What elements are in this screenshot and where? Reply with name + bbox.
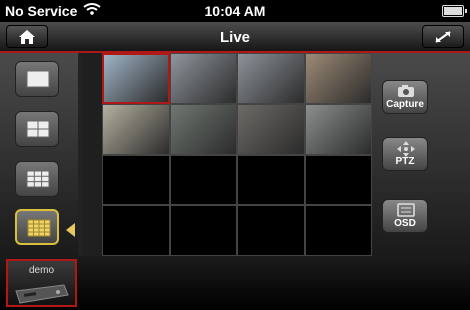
osd-icon bbox=[397, 203, 415, 217]
clock: 10:04 AM bbox=[204, 3, 266, 19]
empty-video-cell[interactable] bbox=[304, 154, 372, 206]
layout-2x2-button[interactable] bbox=[15, 111, 59, 147]
layout-3x3-button[interactable] bbox=[15, 161, 59, 197]
empty-video-cell[interactable] bbox=[237, 205, 305, 256]
device-list: demo bbox=[0, 256, 470, 310]
video-feed-cell[interactable] bbox=[237, 53, 305, 104]
page-title: Live bbox=[219, 29, 250, 46]
empty-video-cell[interactable] bbox=[102, 154, 170, 206]
video-feed-cell[interactable] bbox=[102, 53, 170, 104]
dvr-device-icon bbox=[15, 284, 69, 304]
single-view-icon bbox=[26, 70, 50, 88]
video-feed-cell[interactable] bbox=[169, 103, 237, 155]
fullscreen-button[interactable] bbox=[422, 25, 464, 48]
osd-button[interactable]: OSD bbox=[382, 199, 428, 233]
camera-icon bbox=[398, 85, 414, 97]
video-feed-cell[interactable] bbox=[237, 103, 305, 155]
video-feed-cell[interactable] bbox=[304, 53, 372, 104]
layout-4x4-button[interactable] bbox=[15, 209, 59, 245]
ptz-label: PTZ bbox=[395, 156, 415, 167]
nav-bar: Live bbox=[0, 22, 470, 53]
ptz-arrows-icon bbox=[397, 141, 415, 157]
quad-view-icon bbox=[26, 120, 50, 138]
battery-icon bbox=[442, 5, 467, 17]
empty-video-cell[interactable] bbox=[169, 154, 237, 206]
device-item-demo[interactable]: demo bbox=[6, 259, 77, 307]
action-bar: Capture PTZ OSD bbox=[372, 53, 470, 256]
capture-label: Capture bbox=[386, 99, 424, 110]
ptz-button[interactable]: PTZ bbox=[382, 137, 428, 171]
live-view: Capture PTZ OSD bbox=[0, 53, 470, 256]
video-feed-cell[interactable] bbox=[102, 103, 170, 155]
sixteen-view-icon bbox=[27, 219, 51, 237]
expand-icon bbox=[435, 31, 451, 43]
empty-video-cell[interactable] bbox=[169, 205, 237, 256]
device-name: demo bbox=[28, 265, 54, 276]
video-grid bbox=[102, 53, 372, 256]
nine-view-icon bbox=[26, 170, 50, 188]
active-layout-pointer bbox=[66, 223, 75, 237]
video-feed-cell[interactable] bbox=[169, 53, 237, 104]
empty-video-cell[interactable] bbox=[237, 154, 305, 206]
empty-video-cell[interactable] bbox=[304, 205, 372, 256]
layout-1x1-button[interactable] bbox=[15, 61, 59, 97]
video-feed-cell[interactable] bbox=[304, 103, 372, 155]
osd-label: OSD bbox=[394, 218, 416, 229]
capture-button[interactable]: Capture bbox=[382, 80, 428, 114]
status-bar: No Service 10:04 AM bbox=[0, 0, 470, 22]
empty-video-cell[interactable] bbox=[102, 205, 170, 256]
